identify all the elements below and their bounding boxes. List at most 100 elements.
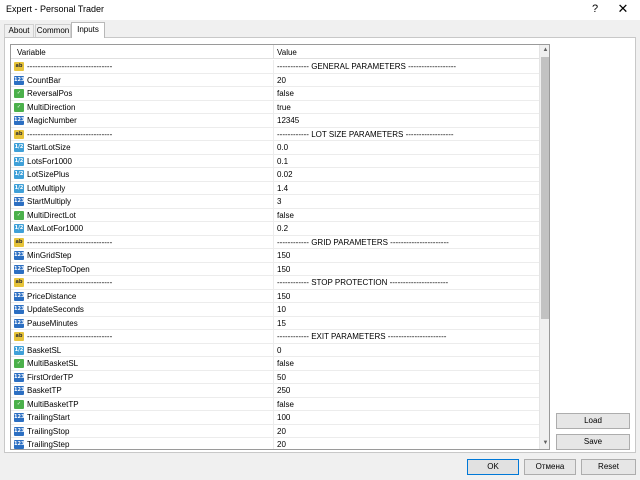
parameter-name: LotSizePlus bbox=[27, 170, 70, 179]
parameter-row[interactable]: ✓ MultiDirection true bbox=[11, 100, 539, 114]
parameter-row[interactable]: 1/2 BasketSL 0 bbox=[11, 343, 539, 357]
parameter-name: TrailingStep bbox=[27, 440, 70, 449]
parameter-row[interactable]: 123 TrailingStop 20 bbox=[11, 424, 539, 438]
parameter-row[interactable]: 123 MinGridStep 150 bbox=[11, 249, 539, 263]
parameter-row[interactable]: 1/2 LotsFor1000 0.1 bbox=[11, 154, 539, 168]
parameter-value[interactable]: false bbox=[277, 89, 294, 98]
column-header-variable[interactable]: Variable bbox=[17, 48, 46, 57]
column-header-value[interactable]: Value bbox=[277, 48, 297, 57]
parameter-value[interactable]: true bbox=[277, 103, 291, 112]
string-type-icon: ab bbox=[14, 237, 24, 247]
parameter-row[interactable]: 123 FirstOrderTP 50 bbox=[11, 370, 539, 384]
parameter-row[interactable]: 123 BasketTP 250 bbox=[11, 384, 539, 398]
parameter-name: MinGridStep bbox=[27, 251, 72, 260]
parameter-value[interactable]: 250 bbox=[277, 386, 290, 395]
parameter-row[interactable]: 123 MagicNumber 12345 bbox=[11, 114, 539, 128]
parameter-value[interactable]: 0.02 bbox=[277, 170, 293, 179]
parameter-value[interactable]: ------------ LOT SIZE PARAMETERS -------… bbox=[277, 130, 454, 139]
parameter-row[interactable]: 123 TrailingStep 20 bbox=[11, 438, 539, 449]
parameter-value[interactable]: false bbox=[277, 400, 294, 409]
cell-divider bbox=[273, 357, 274, 370]
parameter-value[interactable]: 0.0 bbox=[277, 143, 288, 152]
integer-type-icon: 123 bbox=[14, 291, 25, 301]
parameter-row[interactable]: 123 TrailingStart 100 bbox=[11, 411, 539, 425]
tab-about[interactable]: About bbox=[4, 24, 34, 38]
parameter-row[interactable]: 1/2 StartLotSize 0.0 bbox=[11, 141, 539, 155]
parameter-name: UpdateSeconds bbox=[27, 305, 84, 314]
parameter-name: ReversalPos bbox=[27, 89, 73, 98]
load-button[interactable]: Load bbox=[556, 413, 630, 429]
integer-type-icon: 123 bbox=[14, 75, 25, 85]
parameter-row[interactable]: 1/2 LotMultiply 1.4 bbox=[11, 181, 539, 195]
parameter-value[interactable]: false bbox=[277, 359, 294, 368]
parameter-row[interactable]: ✓ ReversalPos false bbox=[11, 87, 539, 101]
parameter-value[interactable]: 10 bbox=[277, 305, 286, 314]
parameter-row[interactable]: 123 StartMultiply 3 bbox=[11, 195, 539, 209]
section-separator-row[interactable]: ab -------------------------------- ------… bbox=[11, 235, 539, 249]
parameter-row[interactable]: 1/2 MaxLotFor1000 0.2 bbox=[11, 222, 539, 236]
parameter-value[interactable]: 150 bbox=[277, 251, 290, 260]
parameter-value[interactable]: 50 bbox=[277, 373, 286, 382]
parameter-value[interactable]: 1.4 bbox=[277, 184, 288, 193]
parameter-value[interactable]: 20 bbox=[277, 76, 286, 85]
parameter-row[interactable]: 123 UpdateSeconds 10 bbox=[11, 303, 539, 317]
vertical-scrollbar[interactable]: ▲ ▼ bbox=[539, 45, 549, 449]
parameter-row[interactable]: 123 PriceStepToOpen 150 bbox=[11, 262, 539, 276]
cancel-button[interactable]: Отмена bbox=[524, 459, 576, 475]
double-type-icon: 1/2 bbox=[14, 224, 24, 233]
section-separator-row[interactable]: ab -------------------------------- ------… bbox=[11, 127, 539, 141]
parameter-name: TrailingStop bbox=[27, 426, 70, 436]
save-button[interactable]: Save bbox=[556, 434, 630, 450]
grid-rows: ab -------------------------------- ------… bbox=[11, 60, 539, 449]
section-separator-row[interactable]: ab -------------------------------- ------… bbox=[11, 330, 539, 344]
parameter-row[interactable]: ✓ MultiBasketSL false bbox=[11, 357, 539, 371]
section-separator-row[interactable]: ab -------------------------------- ------… bbox=[11, 276, 539, 290]
ok-button[interactable]: OK bbox=[467, 459, 519, 475]
parameter-value[interactable]: 20 bbox=[277, 427, 286, 436]
parameter-value[interactable]: 15 bbox=[277, 319, 286, 328]
parameter-row[interactable]: 123 PriceDistance 150 bbox=[11, 289, 539, 303]
parameter-value[interactable]: ------------ STOP PROTECTION -----------… bbox=[277, 278, 448, 287]
close-button[interactable]: ✕ bbox=[614, 1, 632, 17]
parameter-value[interactable]: 12345 bbox=[277, 116, 299, 125]
parameter-name: LotsFor1000 bbox=[27, 156, 72, 166]
parameter-name: TrailingStart bbox=[27, 413, 70, 422]
parameter-value[interactable]: false bbox=[277, 211, 294, 220]
integer-type-icon: 123 bbox=[14, 305, 25, 314]
parameter-value[interactable]: ------------ EXIT PARAMETERS -----------… bbox=[277, 332, 446, 341]
column-divider[interactable] bbox=[273, 45, 274, 59]
boolean-type-icon: ✓ bbox=[14, 89, 24, 98]
parameter-row[interactable]: 123 CountBar 20 bbox=[11, 73, 539, 87]
parameter-value[interactable]: ------------ GRID PARAMETERS -----------… bbox=[277, 238, 449, 247]
parameter-value[interactable]: 20 bbox=[277, 440, 286, 449]
scroll-thumb[interactable] bbox=[541, 57, 549, 319]
cell-divider bbox=[273, 195, 274, 208]
parameter-value[interactable]: 150 bbox=[277, 292, 290, 301]
parameter-name: PriceDistance bbox=[27, 291, 77, 301]
parameter-value[interactable]: 0 bbox=[277, 346, 281, 355]
cell-divider bbox=[273, 235, 274, 249]
parameter-row[interactable]: ✓ MultiBasketTP false bbox=[11, 397, 539, 411]
integer-type-icon: 123 bbox=[14, 413, 25, 422]
parameter-name: MultiBasketSL bbox=[27, 359, 79, 368]
parameter-value[interactable]: 100 bbox=[277, 413, 290, 422]
help-button[interactable]: ? bbox=[588, 2, 602, 16]
cell-divider bbox=[273, 276, 274, 289]
parameter-row[interactable]: ✓ MultiDirectLot false bbox=[11, 208, 539, 222]
tab-inputs[interactable]: Inputs bbox=[71, 22, 105, 38]
parameter-value[interactable]: 0.2 bbox=[277, 224, 288, 233]
parameter-row[interactable]: 1/2 LotSizePlus 0.02 bbox=[11, 168, 539, 182]
parameter-value[interactable]: ------------ GENERAL PARAMETERS --------… bbox=[277, 62, 456, 71]
parameter-name: CountBar bbox=[27, 75, 61, 85]
section-separator-row[interactable]: ab -------------------------------- ------… bbox=[11, 60, 539, 74]
tab-strip: About Common Inputs bbox=[0, 20, 640, 38]
parameter-value[interactable]: 3 bbox=[277, 197, 281, 206]
tab-common[interactable]: Common bbox=[35, 24, 71, 38]
parameter-value[interactable]: 150 bbox=[277, 265, 290, 274]
reset-button[interactable]: Reset bbox=[581, 459, 636, 475]
scroll-up-arrow-icon[interactable]: ▲ bbox=[540, 45, 549, 56]
scroll-down-arrow-icon[interactable]: ▼ bbox=[540, 438, 549, 449]
double-type-icon: 1/2 bbox=[14, 156, 24, 166]
parameter-value[interactable]: 0.1 bbox=[277, 157, 288, 166]
parameter-row[interactable]: 123 PauseMinutes 15 bbox=[11, 316, 539, 330]
